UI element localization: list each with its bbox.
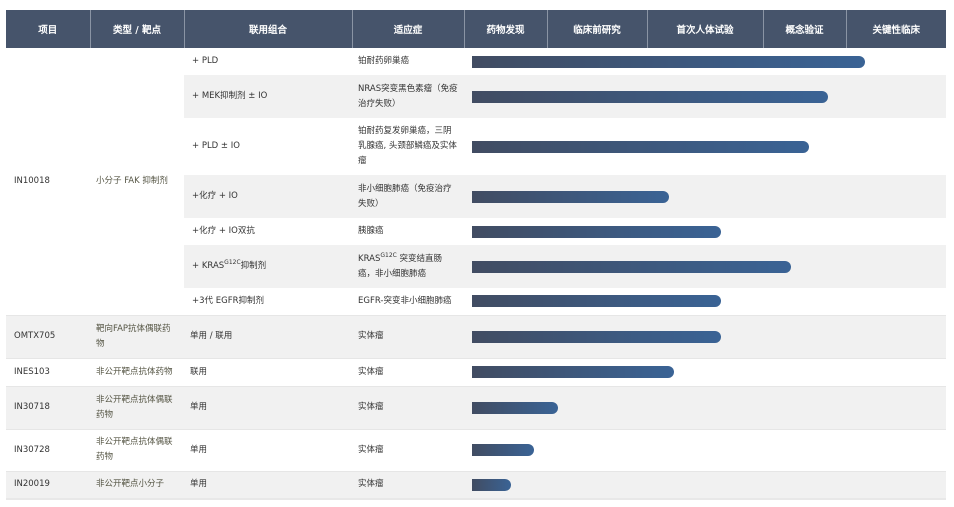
project-name: INES103 [6, 358, 90, 387]
progress-cell [464, 358, 946, 387]
combo-text: + KRAS [192, 261, 225, 271]
progress-cell [464, 386, 946, 430]
progress-bar [472, 401, 558, 414]
combo: +化疗 + IO [184, 175, 352, 218]
project-name: IN10018 [6, 48, 90, 316]
table-row: IN10018 小分子 FAK 抑制剂 + PLD 铂耐药卵巢癌 [6, 48, 946, 316]
indication: EGFR-突变非小细胞肺癌 [352, 288, 464, 316]
table-row: INES103 非公开靶点抗体药物 联用 实体瘤 [6, 358, 946, 387]
table-row: IN30718 非公开靶点抗体偶联药物 单用 实体瘤 [6, 386, 946, 430]
progress-bar [472, 295, 721, 308]
indication: 实体瘤 [352, 358, 464, 387]
combo: + MEK抑制剂 ± IO [184, 75, 352, 118]
indication: 实体瘤 [352, 386, 464, 430]
table-row: IN30728 非公开靶点抗体偶联药物 单用 实体瘤 [6, 429, 946, 472]
progress-bar [472, 190, 669, 203]
indication-text: KRAS [358, 253, 381, 264]
project-name: IN30718 [6, 386, 90, 430]
indication: NRAS突变黑色素瘤（免疫治疗失败） [352, 75, 464, 118]
combo: + KRASG12C抑制剂 [184, 245, 352, 288]
progress-cell [464, 118, 946, 175]
header-pivotal: 关键性临床 [846, 10, 946, 48]
combo: +化疗 + IO双抗 [192, 226, 255, 236]
progress-cell [464, 315, 946, 359]
header-preclinical: 临床前研究 [547, 10, 648, 48]
progress-cell [464, 245, 946, 288]
combo: 单用 [184, 429, 352, 472]
progress-bar [472, 90, 828, 103]
progress-bar [472, 330, 721, 343]
pipeline-table: 项目 类型 / 靶点 联用组合 适应症 药物发现 临床前研究 首次人体试验 概念… [6, 10, 946, 499]
indication: 铂耐药复发卵巢癌，三阴乳腺癌, 头颈部鳞癌及实体瘤 [358, 126, 457, 166]
progress-bar [472, 366, 674, 378]
header-project: 项目 [6, 10, 91, 48]
indication: 非小细胞肺癌（免疫治疗失败） [352, 175, 464, 218]
project-name: IN20019 [6, 471, 90, 499]
drug-type: 非公开靶点抗体偶联药物 [90, 429, 184, 472]
combo: +3代 EGFR抑制剂 [184, 288, 352, 316]
indication: 实体瘤 [352, 429, 464, 472]
drug-type: 靶向FAP抗体偶联药物 [90, 315, 184, 359]
header-poc: 概念验证 [763, 10, 847, 48]
combo: 单用 [184, 386, 352, 430]
header-row: 项目 类型 / 靶点 联用组合 适应症 药物发现 临床前研究 首次人体试验 概念… [6, 10, 946, 48]
progress-bar [472, 225, 721, 238]
combo: + PLD [192, 56, 219, 66]
indication: 实体瘤 [352, 471, 464, 499]
progress-bar [472, 260, 791, 273]
combo: 联用 [184, 358, 352, 387]
progress-bar [472, 140, 809, 153]
indication: 胰腺癌 [358, 226, 384, 236]
combo-sup: G12C [224, 259, 241, 266]
progress-cell [464, 218, 946, 245]
drug-type: 非公开靶点抗体药物 [90, 358, 184, 387]
progress-cell [464, 471, 946, 499]
combo: 单用 / 联用 [184, 315, 352, 359]
header-indication: 适应症 [352, 10, 465, 48]
progress-bar [472, 478, 511, 491]
progress-cell [464, 48, 946, 75]
progress-bar [472, 55, 865, 68]
progress-cell [464, 429, 946, 472]
indication-sup: G12C [380, 251, 397, 259]
header-discovery: 药物发现 [464, 10, 548, 48]
combo: 单用 [184, 471, 352, 499]
drug-type: 非公开靶点抗体偶联药物 [90, 386, 184, 430]
indication: 实体瘤 [352, 315, 464, 359]
progress-bar [472, 444, 534, 456]
header-type: 类型 / 靶点 [90, 10, 185, 48]
project-name: OMTX705 [6, 315, 90, 359]
combo-text: 抑制剂 [240, 261, 267, 271]
table-row: OMTX705 靶向FAP抗体偶联药物 单用 / 联用 实体瘤 [6, 315, 946, 359]
header-fih: 首次人体试验 [647, 10, 764, 48]
drug-type: 非公开靶点小分子 [90, 471, 184, 499]
progress-cell [464, 175, 946, 218]
table-bottom-border [6, 498, 946, 500]
progress-cell [464, 288, 946, 316]
drug-type: 小分子 FAK 抑制剂 [90, 48, 184, 316]
header-combo: 联用组合 [184, 10, 353, 48]
indication: 铂耐药卵巢癌 [358, 56, 410, 66]
table-row: IN20019 非公开靶点小分子 单用 实体瘤 [6, 471, 946, 499]
combo: + PLD ± IO [192, 141, 240, 151]
indication: KRASG12C 突变结直肠癌，非小细胞肺癌 [352, 245, 464, 288]
project-name: IN30728 [6, 429, 90, 472]
progress-cell [464, 75, 946, 118]
